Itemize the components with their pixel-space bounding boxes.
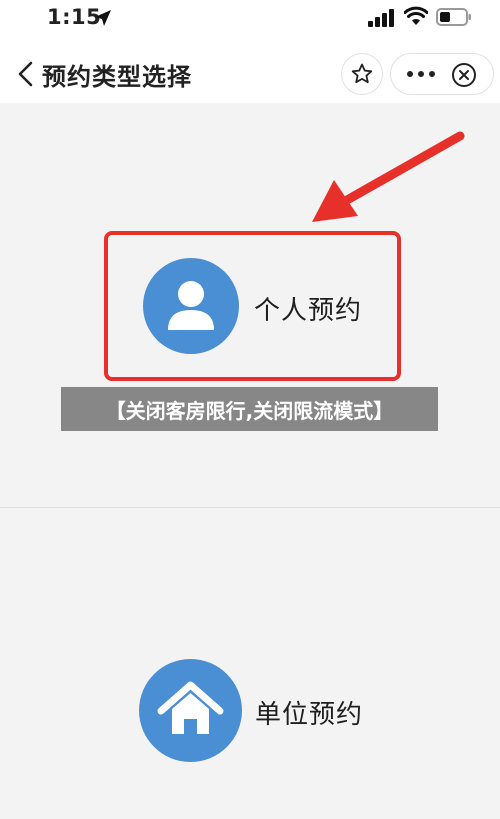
close-circle-icon[interactable]: [451, 62, 477, 88]
personal-reservation-icon-circle[interactable]: [143, 258, 239, 354]
top-bar: 1:15 预约类型选择: [0, 0, 500, 103]
favorite-button[interactable]: [341, 53, 383, 95]
house-icon: [157, 681, 224, 734]
person-icon: [168, 281, 214, 330]
personal-reservation-option[interactable]: 个人预约: [254, 290, 362, 327]
page-title: 预约类型选择: [42, 63, 192, 91]
caption-banner: 【关闭客房限行,关闭限流模式】: [61, 387, 438, 431]
wifi-icon: [404, 6, 428, 25]
more-dots-icon[interactable]: [405, 66, 437, 82]
section-divider: [0, 507, 500, 508]
unit-reservation-option[interactable]: 单位预约: [255, 694, 363, 731]
annotation-arrow-icon: [312, 131, 465, 222]
location-arrow-icon: [95, 10, 111, 26]
back-icon[interactable]: [16, 60, 36, 88]
star-outline-icon: [351, 63, 373, 84]
mini-program-capsule: [390, 53, 494, 95]
unit-reservation-icon-circle[interactable]: [139, 659, 242, 762]
battery-icon: [436, 8, 471, 26]
signal-icon: [368, 9, 394, 27]
